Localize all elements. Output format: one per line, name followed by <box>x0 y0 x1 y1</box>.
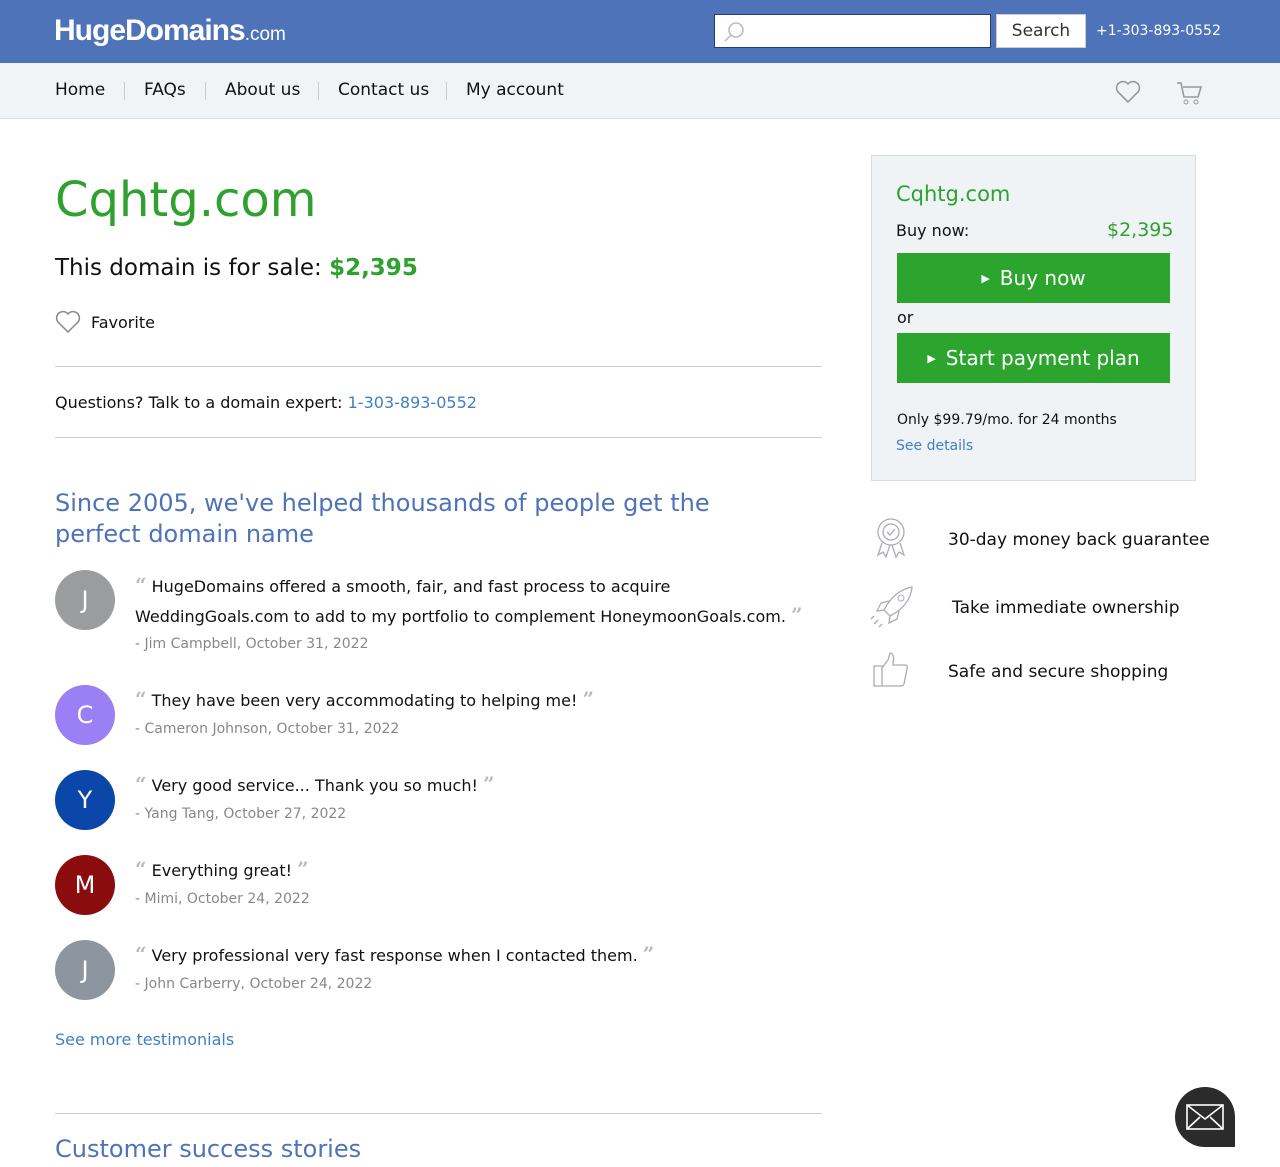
open-quote-icon: “ <box>135 942 147 966</box>
search-input[interactable] <box>714 14 991 48</box>
award-icon <box>876 518 906 559</box>
box-price: $2,395 <box>1107 219 1174 241</box>
testimonial-quote: “ Everything great! ” <box>135 855 815 885</box>
see-more-testimonials-link[interactable]: See more testimonials <box>55 1030 234 1049</box>
expert-phone-link[interactable]: 1-303-893-0552 <box>348 393 477 412</box>
testimonial-author: - Yang Tang, October 27, 2022 <box>135 806 347 822</box>
or-text: or <box>897 308 914 327</box>
questions-label: Questions? Talk to a domain expert: <box>55 393 343 412</box>
price: $2,395 <box>329 255 418 281</box>
payment-plan-text: Only $99.79/mo. for 24 months <box>897 412 1117 428</box>
open-quote-icon: “ <box>135 687 147 711</box>
nav-divider <box>124 82 125 100</box>
testimonial-text: Very professional very fast response whe… <box>151 946 638 965</box>
avatar: J <box>55 570 115 630</box>
buy-now-label: Buy now: <box>896 221 970 240</box>
testimonial-author: - Mimi, October 24, 2022 <box>135 891 310 907</box>
testimonial-author: - John Carberry, October 24, 2022 <box>135 976 373 992</box>
feature-secure: Safe and secure shopping <box>948 662 1169 682</box>
testimonial-author: - Jim Campbell, October 31, 2022 <box>135 636 369 652</box>
avatar: C <box>55 685 115 745</box>
payment-plan-button[interactable]: ▶ Start payment plan <box>897 333 1170 383</box>
feature-money-back: 30-day money back guarantee <box>948 530 1210 550</box>
divider <box>55 366 822 367</box>
buy-now-button-label: Buy now <box>999 266 1086 290</box>
close-quote-icon: ” <box>483 772 495 796</box>
open-quote-icon: “ <box>135 857 147 881</box>
nav-contact[interactable]: Contact us <box>338 80 429 100</box>
nav-divider <box>318 82 319 100</box>
payment-plan-button-label: Start payment plan <box>945 346 1140 370</box>
logo[interactable]: HugeDomains.com <box>54 14 286 48</box>
favorite-label: Favorite <box>91 312 155 332</box>
chat-button[interactable] <box>1175 1087 1235 1147</box>
nav-about[interactable]: About us <box>225 80 300 100</box>
divider <box>55 1113 822 1114</box>
domain-title: Cqhtg.com <box>55 172 317 228</box>
avatar: M <box>55 855 115 915</box>
box-domain: Cqhtg.com <box>896 182 1011 206</box>
testimonial-quote: “ HugeDomains offered a smooth, fair, an… <box>135 571 815 631</box>
logo-suffix: .com <box>244 24 286 45</box>
testimonials-heading: Since 2005, we've helped thousands of pe… <box>55 489 710 548</box>
close-quote-icon: ” <box>582 687 595 711</box>
nav-divider <box>446 82 447 100</box>
nav-bar <box>0 63 1280 119</box>
divider <box>55 437 822 438</box>
open-quote-icon: “ <box>135 573 147 597</box>
thumbs-up-icon <box>873 652 909 687</box>
close-quote-icon: ” <box>297 857 309 881</box>
cart-icon[interactable] <box>1175 80 1203 106</box>
heart-icon[interactable] <box>1115 80 1141 104</box>
open-quote-icon: “ <box>135 772 147 796</box>
testimonial-quote: “ Very good service... Thank you so much… <box>135 770 815 800</box>
rocket-icon <box>870 586 913 628</box>
testimonial-text: HugeDomains offered a smooth, fair, and … <box>135 577 786 626</box>
close-quote-icon: ” <box>642 942 655 966</box>
logo-text: HugeDomains <box>54 14 246 47</box>
play-icon: ▶ <box>927 351 936 365</box>
play-icon: ▶ <box>981 271 990 285</box>
nav-account[interactable]: My account <box>466 80 564 100</box>
buy-now-button[interactable]: ▶ Buy now <box>897 253 1170 303</box>
see-details-link[interactable]: See details <box>896 438 973 454</box>
questions-text: Questions? Talk to a domain expert: 1-30… <box>55 393 477 412</box>
favorite-button[interactable]: Favorite <box>55 310 155 334</box>
header-phone[interactable]: +1-303-893-0552 <box>1096 23 1221 39</box>
search-button[interactable]: Search <box>996 14 1086 48</box>
testimonial-text: Everything great! <box>151 861 293 880</box>
nav-faqs[interactable]: FAQs <box>144 80 186 100</box>
for-sale-label: This domain is for sale: <box>55 255 322 281</box>
heart-icon <box>55 310 81 334</box>
nav-home[interactable]: Home <box>55 80 105 100</box>
avatar: J <box>55 940 115 1000</box>
search-icon <box>724 22 744 42</box>
testimonial-text: They have been very accommodating to hel… <box>151 691 578 710</box>
testimonial-author: - Cameron Johnson, October 31, 2022 <box>135 721 400 737</box>
feature-ownership: Take immediate ownership <box>952 598 1180 618</box>
testimonial-text: Very good service... Thank you so much! <box>151 776 478 795</box>
testimonial-quote: “ They have been very accommodating to h… <box>135 685 815 715</box>
envelope-icon <box>1186 1104 1224 1130</box>
success-stories-heading: Customer success stories <box>55 1135 362 1163</box>
for-sale-text: This domain is for sale: $2,395 <box>55 255 418 281</box>
avatar: Y <box>55 770 115 830</box>
nav-divider <box>205 82 206 100</box>
close-quote-icon: ” <box>791 603 803 627</box>
testimonial-quote: “ Very professional very fast response w… <box>135 940 815 970</box>
